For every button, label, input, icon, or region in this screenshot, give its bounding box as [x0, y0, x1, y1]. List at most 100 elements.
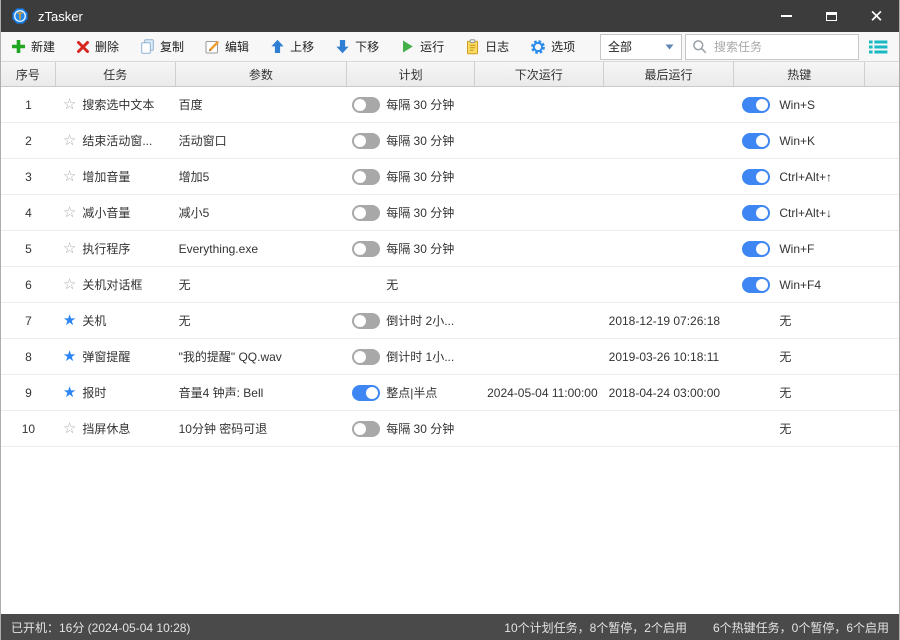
- hotkey-toggle[interactable]: [742, 204, 771, 221]
- hotkey-text: 无: [779, 350, 792, 364]
- hotkey-toggle[interactable]: [742, 168, 771, 185]
- table-row[interactable]: 9 ★ 报时 音量4 钟声: Bell 整点|半点 2024-05-04 11:00:00…: [1, 375, 899, 411]
- table-row[interactable]: 1 ☆ 搜索选中文本 百度 每隔 30 分钟 Win+S: [1, 87, 899, 123]
- column-header[interactable]: 序号: [1, 62, 56, 86]
- star-icon[interactable]: ☆: [63, 241, 76, 256]
- plan-toggle[interactable]: [352, 168, 381, 185]
- hotkey-text: Win+S: [779, 97, 816, 112]
- star-icon[interactable]: ★: [63, 385, 76, 400]
- plan-text: 倒计时 1小...: [386, 350, 455, 364]
- row-spacer: [865, 123, 899, 158]
- window-title: zTasker: [38, 8, 83, 24]
- toolbar-button-move-down[interactable]: 下移: [335, 38, 379, 55]
- star-icon[interactable]: ☆: [63, 421, 76, 436]
- last-run: 2018-12-19 07:26:18: [608, 313, 721, 328]
- column-header-spacer: [865, 62, 899, 86]
- plan-toggle[interactable]: [352, 312, 381, 329]
- task-name: 报时: [82, 386, 107, 400]
- task-name: 关机对话框: [82, 278, 143, 292]
- toolbar-button-edit[interactable]: 编辑: [205, 38, 249, 55]
- row-number: 1: [25, 97, 32, 112]
- star-icon[interactable]: ☆: [63, 97, 76, 112]
- task-params: 10分钟 密码可退: [178, 422, 268, 436]
- column-header[interactable]: 任务: [56, 62, 176, 86]
- hotkey-text: Ctrl+Alt+↑: [779, 169, 833, 184]
- star-icon[interactable]: ☆: [63, 133, 76, 148]
- titlebar: T zTasker ✕: [1, 0, 899, 32]
- plus-icon: [11, 39, 26, 54]
- toolbar-button-delete[interactable]: 删除: [76, 38, 119, 55]
- next-run: [475, 303, 604, 338]
- window-controls: ✕: [764, 0, 899, 32]
- view-list-button[interactable]: [865, 34, 891, 60]
- last-run: 2018-04-24 03:00:00: [608, 385, 721, 400]
- plan-text: 无: [386, 278, 399, 292]
- row-spacer: [865, 303, 899, 338]
- plan-toggle[interactable]: [352, 240, 381, 257]
- last-run: [604, 267, 735, 302]
- toolbar-button-plus[interactable]: 新建: [11, 38, 55, 55]
- toolbar-button-label: 日志: [485, 40, 510, 54]
- minimize-icon: [781, 15, 792, 17]
- hotkey-tasks-summary: 6个热键任务，0个暂停，6个启用: [712, 620, 889, 635]
- close-button[interactable]: ✕: [854, 0, 899, 32]
- plan-toggle[interactable]: [352, 132, 381, 149]
- toolbar-button-run[interactable]: 运行: [400, 38, 444, 55]
- filter-dropdown[interactable]: 全部: [600, 33, 682, 60]
- star-icon[interactable]: ★: [63, 313, 76, 328]
- list-icon: [868, 39, 888, 55]
- row-spacer: [865, 87, 899, 122]
- row-spacer: [865, 231, 899, 266]
- maximize-button[interactable]: [809, 0, 854, 32]
- plan-text: 整点|半点: [386, 386, 438, 400]
- plan-toggle[interactable]: [352, 96, 381, 113]
- toolbar-button-log[interactable]: 日志: [465, 38, 509, 55]
- column-header[interactable]: 参数: [176, 62, 348, 86]
- hotkey-toggle[interactable]: [742, 276, 771, 293]
- task-params: 无: [178, 314, 191, 328]
- plan-text: 每隔 30 分钟: [386, 170, 455, 184]
- star-icon[interactable]: ☆: [63, 277, 76, 292]
- star-icon[interactable]: ☆: [63, 169, 76, 184]
- table-row[interactable]: 2 ☆ 结束活动窗... 活动窗口 每隔 30 分钟 Win+K: [1, 123, 899, 159]
- task-name: 搜索选中文本: [82, 98, 155, 112]
- table-row[interactable]: 6 ☆ 关机对话框 无 无 Win+F4: [1, 267, 899, 303]
- table-row[interactable]: 5 ☆ 执行程序 Everything.exe 每隔 30 分钟 Win+F: [1, 231, 899, 267]
- hotkey-toggle[interactable]: [742, 132, 771, 149]
- row-number: 2: [25, 133, 32, 148]
- plan-toggle[interactable]: [352, 384, 381, 401]
- plan-text: 每隔 30 分钟: [386, 206, 455, 220]
- row-spacer: [865, 267, 899, 302]
- hotkey-toggle[interactable]: [742, 96, 771, 113]
- hotkey-text: Ctrl+Alt+↓: [779, 205, 833, 220]
- toolbar-button-move-up[interactable]: 上移: [270, 38, 314, 55]
- search-input[interactable]: [712, 38, 852, 55]
- star-icon[interactable]: ☆: [63, 205, 76, 220]
- column-header[interactable]: 最后运行: [604, 62, 735, 86]
- row-spacer: [865, 195, 899, 230]
- plan-toggle[interactable]: [352, 420, 381, 437]
- column-header[interactable]: 计划: [347, 62, 475, 86]
- svg-text:T: T: [17, 12, 23, 23]
- plan-toggle[interactable]: [352, 348, 381, 365]
- next-run: 2024-05-04 11:00:00: [487, 385, 598, 400]
- star-icon[interactable]: ★: [63, 349, 76, 364]
- toolbar-button-copy[interactable]: 复制: [140, 38, 184, 55]
- plan-toggle[interactable]: [352, 204, 381, 221]
- minimize-button[interactable]: [764, 0, 809, 32]
- column-header[interactable]: 下次运行: [475, 62, 604, 86]
- table-row[interactable]: 3 ☆ 增加音量 增加5 每隔 30 分钟 Ctrl+Alt+↑: [1, 159, 899, 195]
- row-number: 5: [25, 241, 32, 256]
- table-row[interactable]: 7 ★ 关机 无 倒计时 2小... 2018-12-19 07:26:18 无: [1, 303, 899, 339]
- task-name: 减小音量: [82, 206, 131, 220]
- hotkey-toggle[interactable]: [742, 240, 771, 257]
- search-box[interactable]: [685, 33, 859, 60]
- table-row[interactable]: 4 ☆ 减小音量 减小5 每隔 30 分钟 Ctrl+Alt+↓: [1, 195, 899, 231]
- column-header[interactable]: 热键: [734, 62, 866, 86]
- toolbar-button-options[interactable]: 选项: [530, 38, 575, 55]
- table-header: 序号 任务 参数 计划 下次运行 最后运行 热键: [1, 62, 899, 87]
- next-run: [475, 195, 604, 230]
- table-row[interactable]: 8 ★ 弹窗提醒 "我的提醒" QQ.wav 倒计时 1小... 2019-03-26 1…: [1, 339, 899, 375]
- table-row[interactable]: 10 ☆ 挡屏休息 10分钟 密码可退 每隔 30 分钟 无: [1, 411, 899, 447]
- toolbar-button-label: 复制: [160, 40, 185, 54]
